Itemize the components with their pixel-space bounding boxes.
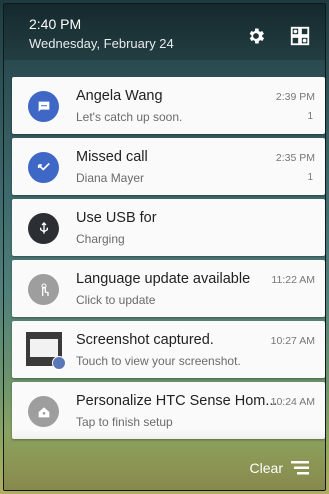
notification-title: Use USB for <box>76 210 157 226</box>
screenshot-thumbnail <box>26 332 66 370</box>
touch-icon <box>28 274 59 305</box>
screenshot-preview <box>30 339 58 357</box>
notification-title: Screenshot captured. <box>76 332 214 348</box>
notification-subtitle: Let's catch up soon. <box>76 110 183 124</box>
notification-subtitle: Diana Mayer <box>76 171 145 185</box>
clock: 2:40 PM <box>29 16 82 32</box>
notification-language-update[interactable]: Language update available Click to updat… <box>12 260 325 317</box>
date: Wednesday, February 24 <box>29 36 174 51</box>
clear-all-button[interactable]: Clear <box>250 460 311 476</box>
notification-title: Language update available <box>76 271 251 287</box>
message-icon <box>28 91 59 122</box>
quick-settings-icon[interactable] <box>289 25 311 47</box>
notification-subtitle: Click to update <box>76 293 156 307</box>
notification-time: 10:27 AM <box>270 335 315 347</box>
status-header: 2:40 PM Wednesday, February 24 <box>4 4 325 60</box>
notification-subtitle: Charging <box>76 232 125 246</box>
notification-time: 11:22 AM <box>271 274 315 286</box>
clear-all-icon <box>291 461 309 475</box>
notification-screenshot[interactable]: Screenshot captured. Touch to view your … <box>12 321 325 378</box>
notification-angela-wang[interactable]: Angela Wang Let's catch up soon. 2:39 PM… <box>12 77 325 134</box>
home-icon <box>28 396 59 427</box>
notification-usb[interactable]: Use USB for Charging <box>12 199 325 256</box>
notification-title: Angela Wang <box>76 88 163 104</box>
clear-label: Clear <box>249 460 283 476</box>
notification-missed-call[interactable]: Missed call Diana Mayer 2:35 PM 1 <box>12 138 325 195</box>
notification-title: Personalize HTC Sense Hom... <box>76 393 278 409</box>
notification-shade: 2:40 PM Wednesday, February 24 Angela Wa… <box>3 3 326 491</box>
notification-subtitle: Tap to finish setup <box>76 415 173 429</box>
notification-subtitle: Touch to view your screenshot. <box>76 354 241 368</box>
gallery-badge-icon <box>52 356 66 370</box>
missed-call-icon <box>28 152 59 183</box>
gear-icon[interactable] <box>246 26 266 46</box>
notification-title: Missed call <box>76 149 148 165</box>
usb-icon <box>28 213 59 244</box>
notification-time: 10:24 AM <box>270 396 315 408</box>
notification-count: 1 <box>307 172 313 183</box>
notification-time: 2:35 PM <box>275 152 315 164</box>
notification-count: 1 <box>307 111 313 122</box>
notification-time: 2:39 PM <box>275 91 315 103</box>
